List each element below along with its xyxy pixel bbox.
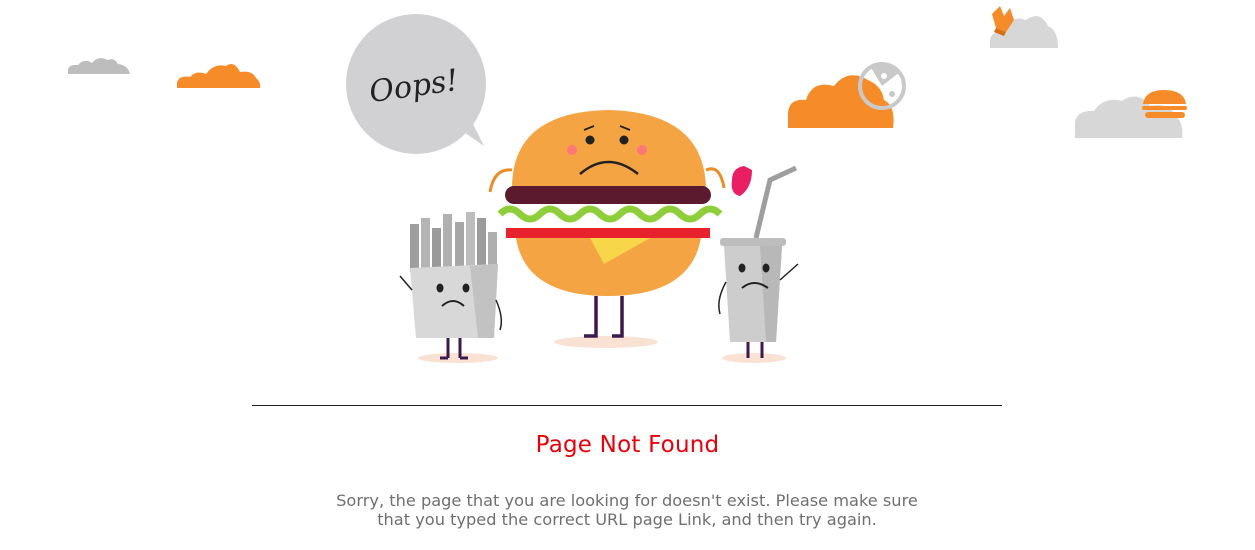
speech-bubble: Oops! — [346, 14, 486, 154]
burger-character — [488, 110, 726, 348]
error-message-line: that you typed the correct URL page Link… — [377, 510, 877, 529]
error-illustration: Oops! — [0, 0, 1255, 400]
drink-cup-character — [718, 165, 799, 363]
divider — [252, 405, 1002, 406]
burger-icon — [1142, 90, 1187, 118]
page-title: Page Not Found — [535, 432, 720, 458]
cloud-icon — [68, 58, 130, 74]
error-message-line: Sorry, the page that you are looking for… — [336, 491, 918, 510]
cloud-icon — [788, 75, 894, 128]
error-message: Sorry, the page that you are looking for… — [327, 491, 927, 529]
fries-character — [399, 212, 503, 363]
cloud-icon — [177, 64, 261, 88]
